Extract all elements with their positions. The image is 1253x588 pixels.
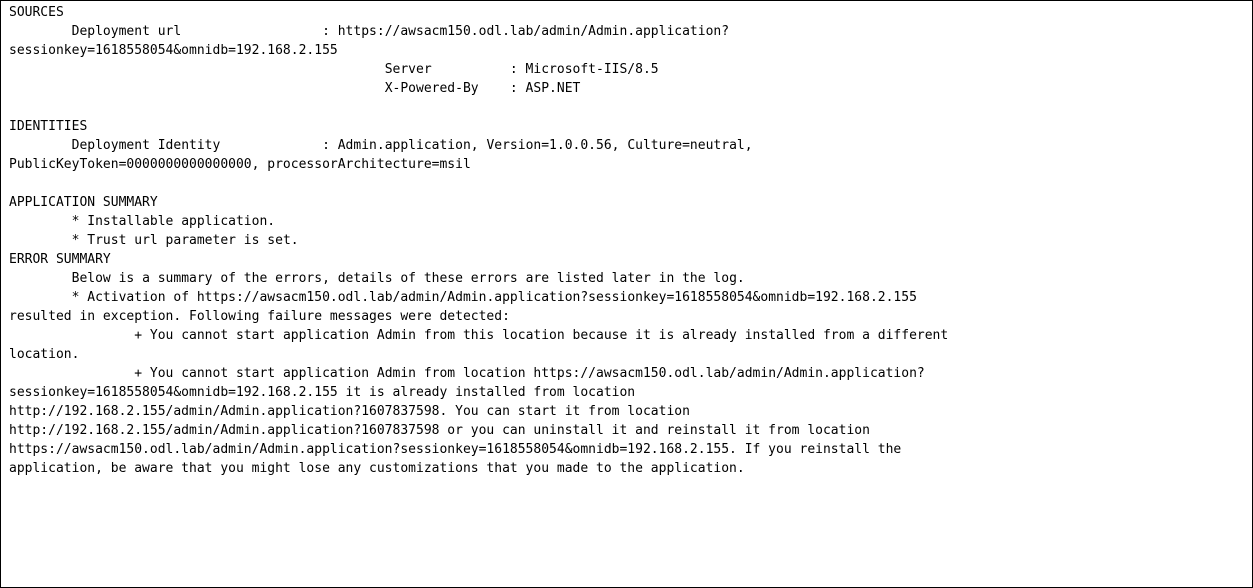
section-heading-sources: SOURCES: [9, 5, 64, 20]
log-line: Below is a summary of the errors, detail…: [9, 271, 745, 286]
log-line: * Installable application.: [9, 214, 276, 229]
log-line: https://awsacm150.odl.lab/admin/Admin.ap…: [9, 442, 902, 457]
log-line: sessionkey=1618558054&omnidb=192.168.2.1…: [9, 385, 636, 400]
section-heading-identities: IDENTITIES: [9, 119, 88, 134]
log-line: sessionkey=1618558054&omnidb=192.168.2.1…: [9, 43, 338, 58]
log-line: * Trust url parameter is set.: [9, 233, 299, 248]
log-line: Deployment url : https://awsacm150.odl.l…: [9, 24, 730, 39]
section-heading-application-summary: APPLICATION SUMMARY: [9, 195, 158, 210]
log-line: http://192.168.2.155/admin/Admin.applica…: [9, 404, 690, 419]
log-line: resulted in exception. Following failure…: [9, 309, 510, 324]
log-line: + You cannot start application Admin fro…: [9, 366, 925, 381]
section-heading-error-summary: ERROR SUMMARY: [9, 252, 111, 267]
log-line: http://192.168.2.155/admin/Admin.applica…: [9, 423, 870, 438]
log-line: Server : Microsoft-IIS/8.5: [9, 62, 659, 77]
log-text-panel[interactable]: SOURCES Deployment url : https://awsacm1…: [0, 0, 1253, 588]
log-line: location.: [9, 347, 80, 362]
log-line: PublicKeyToken=0000000000000000, process…: [9, 157, 471, 172]
log-line: + You cannot start application Admin fro…: [9, 328, 949, 343]
log-line: * Activation of https://awsacm150.odl.la…: [9, 290, 917, 305]
log-line: Deployment Identity : Admin.application,…: [9, 138, 753, 153]
log-line: application, be aware that you might los…: [9, 461, 745, 476]
log-line: X-Powered-By : ASP.NET: [9, 81, 581, 96]
